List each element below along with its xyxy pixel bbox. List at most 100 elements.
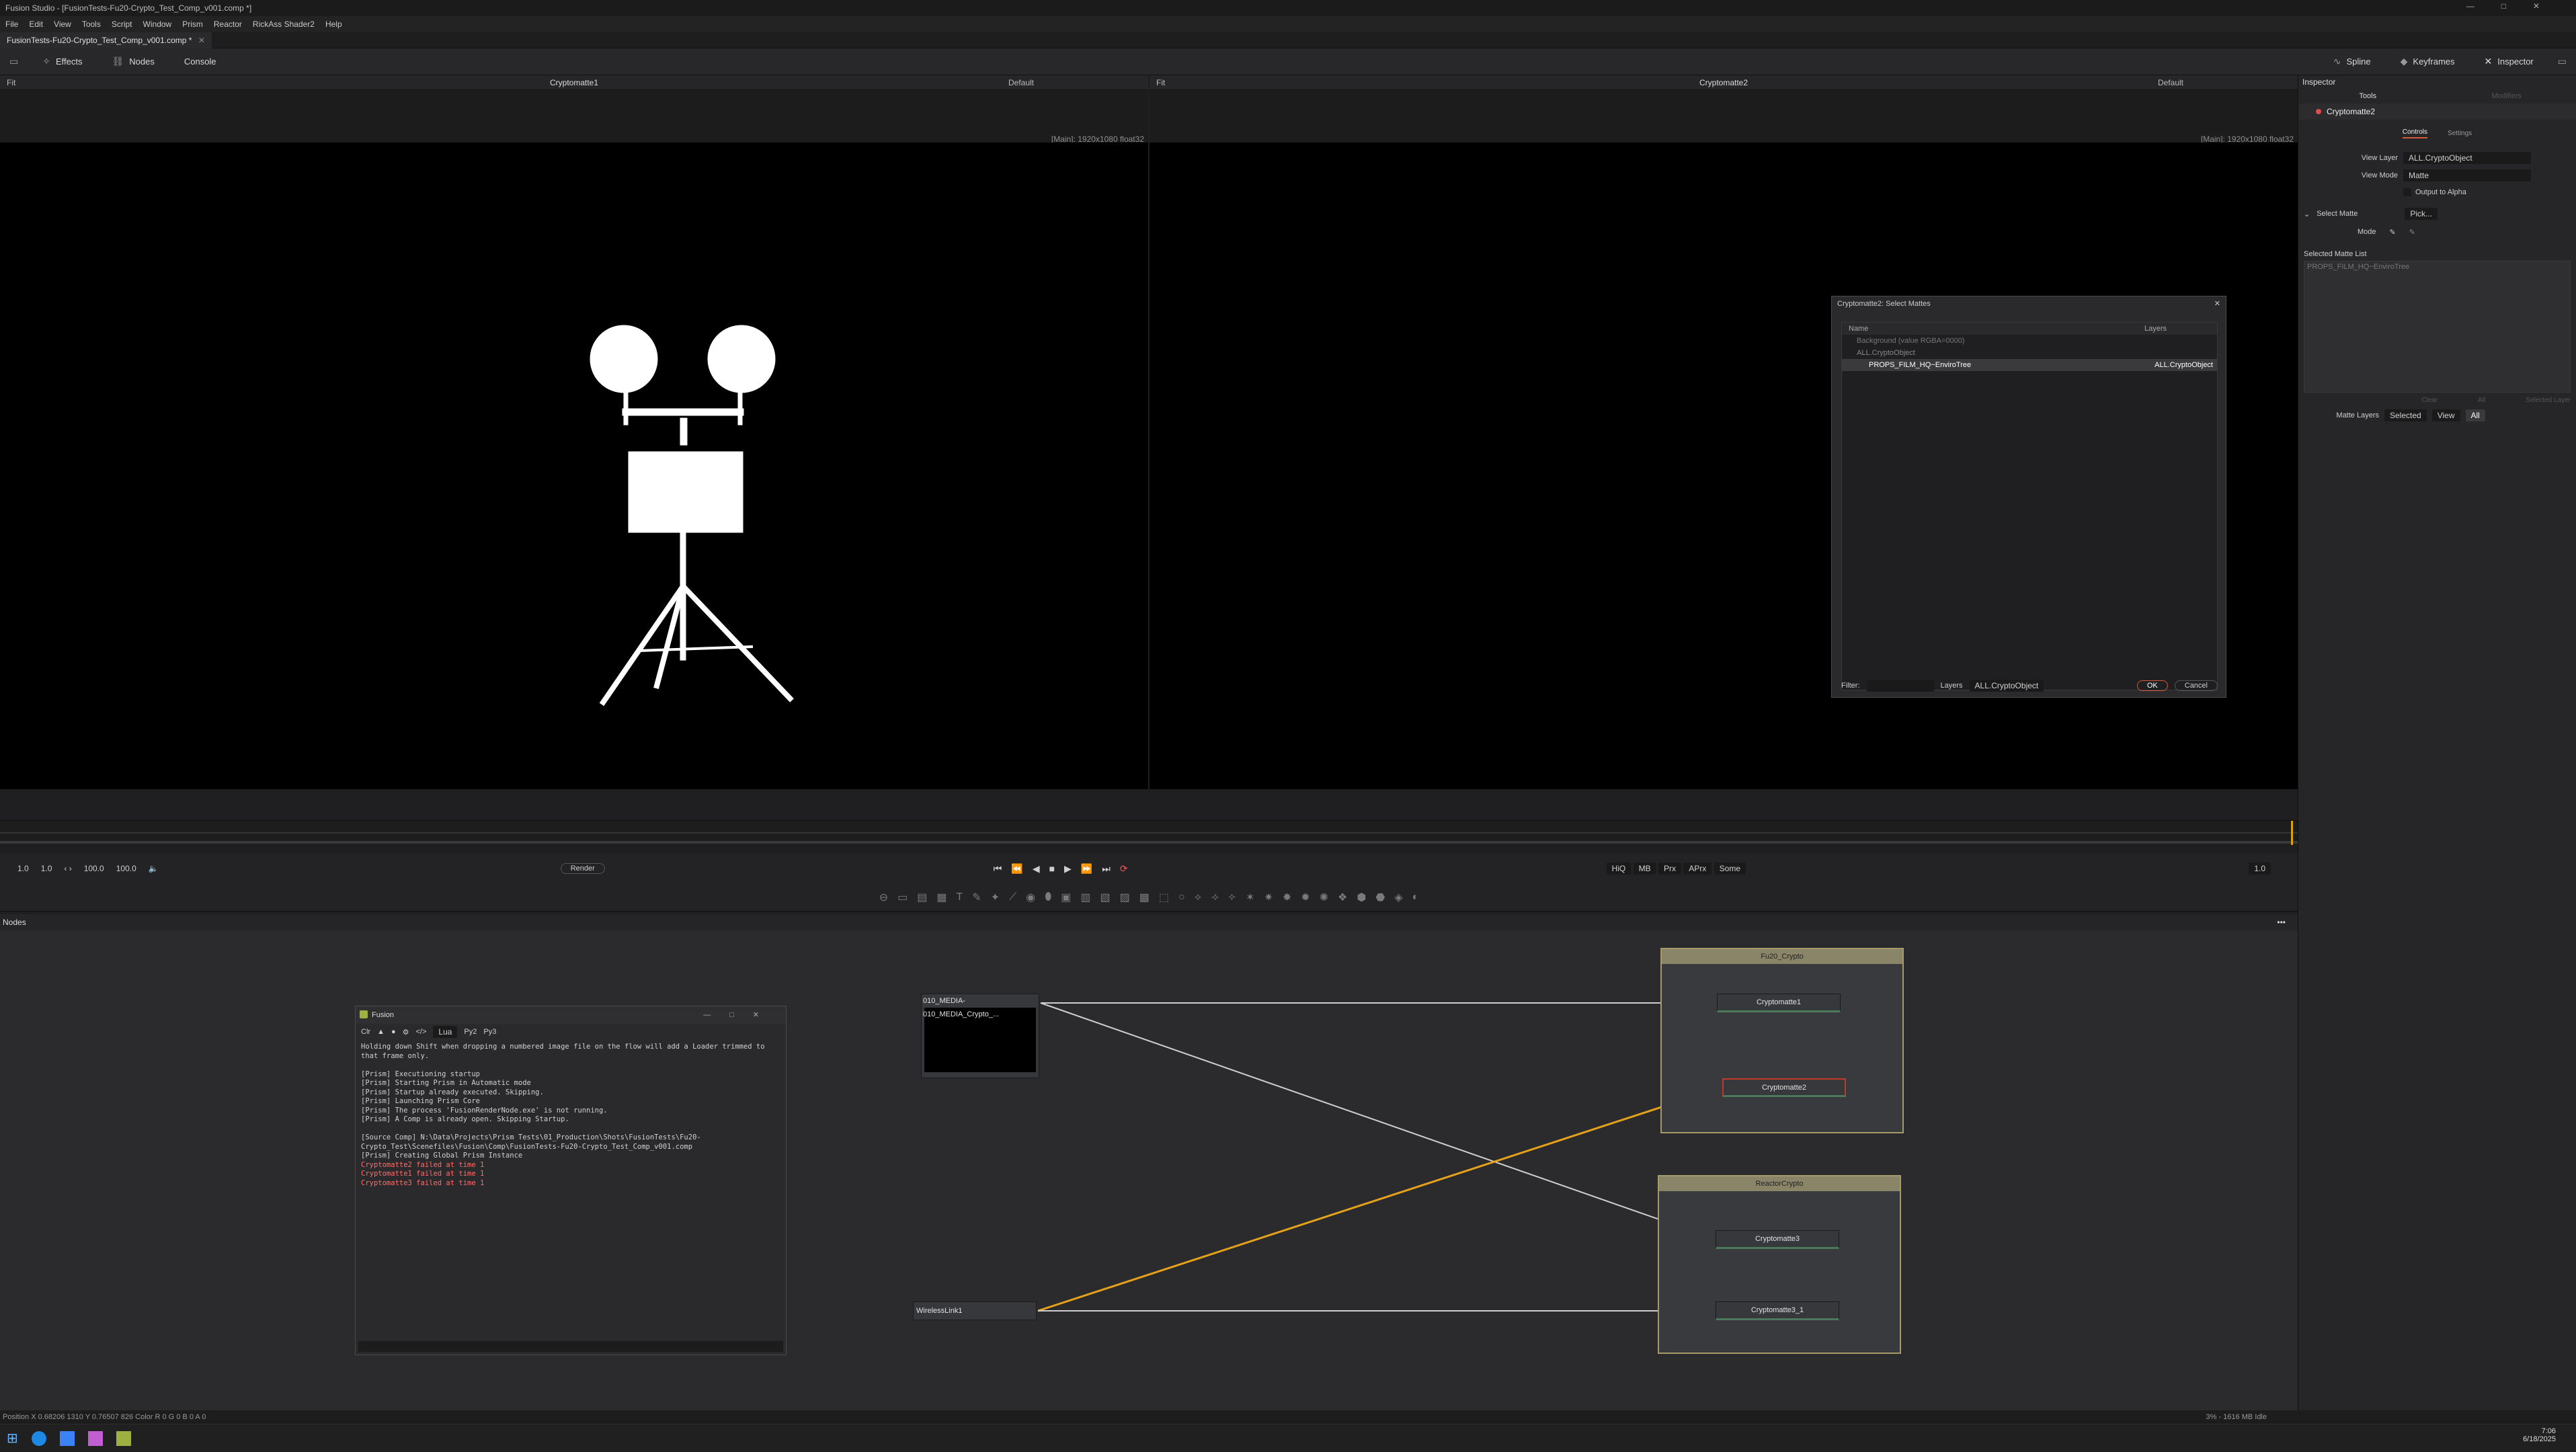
tool-icon[interactable]: ◐: [1412, 891, 1419, 903]
modifiers-tab[interactable]: Modifiers: [2438, 92, 2576, 100]
effects-button[interactable]: ✧ Effects: [28, 48, 97, 75]
tools-tab[interactable]: Tools: [2298, 92, 2438, 100]
tool-icon[interactable]: ✦: [991, 891, 1000, 904]
menu-file[interactable]: File: [5, 19, 18, 29]
matte-row-item[interactable]: PROPS_FILM_HQ~EnviroTree ALL.CryptoObject: [1842, 359, 2217, 371]
render-start-field[interactable]: 1.0: [41, 864, 52, 873]
menu-view[interactable]: View: [54, 19, 71, 29]
settings-icon[interactable]: ⚙: [403, 1028, 409, 1037]
tool-icon[interactable]: ◉: [1026, 891, 1035, 904]
console-button[interactable]: Console: [169, 48, 231, 75]
selected-matte-item[interactable]: PROPS_FILM_HQ~EnviroTree: [2307, 263, 2409, 271]
tool-icon[interactable]: ✺: [1320, 891, 1328, 904]
matte-row-group[interactable]: ALL.CryptoObject: [1842, 347, 2217, 359]
matte-row-background[interactable]: Background (value RGBA=0000): [1842, 335, 2217, 347]
pick-button[interactable]: Pick...: [2405, 208, 2438, 220]
audio-icon[interactable]: 🔈: [149, 864, 159, 873]
viewer-lut-dropdown[interactable]: Default: [2158, 78, 2183, 87]
viewer-fit-dropdown[interactable]: Fit: [7, 78, 15, 87]
py2-tab[interactable]: Py2: [464, 1028, 477, 1036]
clear-button[interactable]: Clear: [2421, 397, 2438, 404]
viewer-fit-dropdown[interactable]: Fit: [1156, 78, 1165, 87]
node-editor[interactable]: 010_MEDIA-010_MEDIA_Crypto_... Fu20_Cryp…: [0, 930, 2298, 1410]
tool-icon[interactable]: ⟣: [1228, 891, 1236, 903]
menu-script[interactable]: Script: [112, 19, 132, 29]
remove-mode-icon[interactable]: ✎: [2409, 228, 2415, 237]
select-matte-section[interactable]: ⌄ Select Matte Pick...: [2304, 204, 2571, 223]
code-icon[interactable]: </>: [415, 1028, 426, 1036]
close-icon[interactable]: ✕: [198, 36, 205, 45]
controls-tab[interactable]: Controls: [2402, 128, 2428, 138]
keyframes-button[interactable]: ◆ Keyframes: [2386, 48, 2470, 75]
hiq-toggle[interactable]: HiQ: [1606, 862, 1632, 875]
tool-icon[interactable]: ✶: [1246, 891, 1254, 904]
tool-icon[interactable]: ▭: [897, 891, 908, 904]
tool-icon[interactable]: ✹: [1301, 891, 1310, 904]
start-icon[interactable]: ⊞: [7, 1430, 18, 1447]
tool-icon[interactable]: ▨: [1120, 891, 1130, 904]
view-layer-dropdown[interactable]: ALL.CryptoObject: [2403, 152, 2531, 164]
global-start-field[interactable]: 1.0: [17, 864, 29, 873]
render-button[interactable]: Render: [560, 863, 605, 874]
tool-icon[interactable]: ✎: [972, 891, 981, 904]
tool-icon[interactable]: ❖: [1338, 891, 1347, 904]
menu-reactor[interactable]: Reactor: [214, 19, 242, 29]
tool-icon[interactable]: ▦: [936, 891, 947, 904]
warning-filter-icon[interactable]: ▲: [377, 1028, 385, 1036]
explorer-icon[interactable]: [59, 1430, 75, 1446]
ok-button[interactable]: OK: [2136, 680, 2168, 691]
lua-tab[interactable]: Lua: [433, 1026, 458, 1038]
all-button[interactable]: All: [2478, 397, 2485, 404]
menu-window[interactable]: Window: [143, 19, 172, 29]
view-mode-dropdown[interactable]: Matte: [2403, 169, 2531, 182]
tool-icon[interactable]: ▧: [1100, 891, 1111, 904]
viewer-lut-dropdown[interactable]: Default: [1008, 78, 1034, 87]
wirelesslink1-node[interactable]: WirelessLink1: [913, 1301, 1037, 1320]
fusion-icon[interactable]: [116, 1430, 131, 1446]
tool-icon[interactable]: ⬮: [1045, 891, 1051, 903]
menu-prism[interactable]: Prism: [182, 19, 203, 29]
close-icon[interactable]: ✕: [2214, 296, 2220, 311]
tool-icon[interactable]: ⟢: [1211, 891, 1219, 903]
some-toggle[interactable]: Some: [1714, 862, 1746, 875]
clock[interactable]: 7:06 6/18/2025: [2523, 1427, 2556, 1443]
tool-icon[interactable]: ▤: [917, 891, 927, 904]
matte-layers-view[interactable]: View: [2431, 409, 2460, 421]
nodes-button[interactable]: ⛓ Nodes: [97, 48, 169, 75]
panel-toggle[interactable]: ▭: [0, 48, 28, 75]
console-input[interactable]: [358, 1341, 783, 1352]
tool-icon[interactable]: ⬚: [1159, 891, 1169, 904]
inspector-button[interactable]: ✕ Inspector: [2470, 48, 2548, 75]
py3-tab[interactable]: Py3: [483, 1028, 496, 1036]
range-arrows[interactable]: ‹ ›: [64, 864, 71, 873]
spline-button[interactable]: ∿ Spline: [2319, 48, 2386, 75]
tool-icon[interactable]: ⊖: [879, 891, 888, 904]
monitor-button[interactable]: ▭: [2548, 48, 2576, 75]
tool-icon[interactable]: ✸: [1283, 891, 1291, 904]
tool-icon[interactable]: ⬣: [1375, 891, 1385, 904]
cryptomatte3-node[interactable]: Cryptomatte3: [1716, 1230, 1839, 1249]
prx-toggle[interactable]: Prx: [1658, 862, 1681, 875]
matte-layers-selected[interactable]: Selected: [2384, 409, 2427, 421]
tool-icon[interactable]: ▥: [1080, 891, 1090, 904]
cryptomatte1-node[interactable]: Cryptomatte1: [1717, 994, 1841, 1012]
app-icon[interactable]: [87, 1430, 103, 1446]
error-filter-icon[interactable]: ●: [391, 1028, 396, 1036]
window-controls[interactable]: —□✕: [703, 1006, 778, 1024]
loader-node[interactable]: 010_MEDIA-010_MEDIA_Crypto_...: [921, 994, 1039, 1078]
selected-layer-button[interactable]: Selected Layer: [2526, 397, 2571, 404]
render-end-field[interactable]: 100.0: [84, 864, 104, 873]
settings-tab[interactable]: Settings: [2448, 130, 2472, 137]
tool-icon[interactable]: ⟋: [1009, 891, 1016, 903]
cancel-button[interactable]: Cancel: [2174, 680, 2218, 691]
tool-icon[interactable]: ○: [1178, 891, 1185, 903]
edge-icon[interactable]: [31, 1430, 46, 1446]
tool-icon[interactable]: ▣: [1061, 891, 1071, 904]
more-icon[interactable]: •••: [2277, 918, 2286, 927]
layers-dropdown[interactable]: ALL.CryptoObject: [1969, 680, 2044, 692]
playback-controls[interactable]: ⏮⏪◀■▶⏩⏭⟳: [994, 863, 1137, 875]
tool-icon[interactable]: ⬢: [1357, 891, 1366, 904]
menu-rickass[interactable]: RickAss Shader2: [253, 19, 315, 29]
menu-help[interactable]: Help: [325, 19, 342, 29]
matte-layers-all[interactable]: All: [2465, 409, 2485, 421]
